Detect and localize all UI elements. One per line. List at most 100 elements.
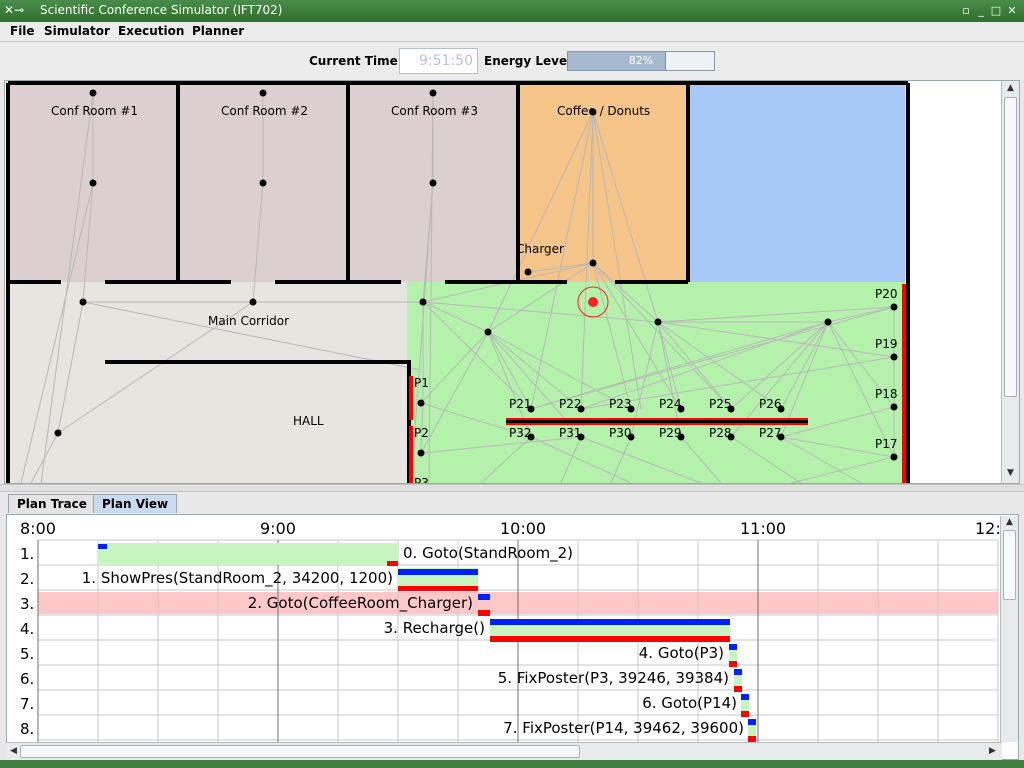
action-label: 3. Recharge() xyxy=(384,619,485,637)
poster-label-p20: P20 xyxy=(875,287,898,301)
row-number: 8. xyxy=(20,720,34,738)
map-vertical-scrollbar[interactable]: ▲ ▼ xyxy=(1001,81,1019,483)
time-axis-label: 11:00 xyxy=(740,519,786,538)
current-time-field: 9:51:50 xyxy=(399,48,478,74)
energy-level-text: 82% xyxy=(628,54,654,67)
row-number: 1. xyxy=(20,545,34,563)
coffee-room-label: Coffee / Donuts xyxy=(557,104,650,118)
menu-simulator[interactable]: Simulator xyxy=(44,24,110,38)
poster-label-p3: P3 xyxy=(414,476,429,483)
poster-label-p28: P28 xyxy=(709,426,732,440)
time-axis-label: 10:00 xyxy=(500,519,546,538)
action-label: 0. Goto(StandRoom_2) xyxy=(403,544,573,563)
row-number: 3. xyxy=(20,595,34,613)
conf-room-1-label: Conf Room #1 xyxy=(51,104,138,118)
tab-plan-trace[interactable]: Plan Trace xyxy=(8,494,96,513)
plan-hscroll-thumb[interactable] xyxy=(20,745,580,758)
current-time-label: Current Time: xyxy=(309,54,403,68)
minimize-icon[interactable]: _ xyxy=(973,3,989,19)
time-axis-label: 12: xyxy=(975,519,1001,538)
scroll-down-icon[interactable]: ▼ xyxy=(1004,467,1017,480)
plan-view-panel[interactable]: 8:00 9:00 10:00 11:00 12: 1. 2. 3. 4. 5. 6. 7. 8. 0. … xyxy=(6,514,1019,760)
menu-file[interactable]: File xyxy=(10,24,35,38)
actual-bar xyxy=(387,561,398,566)
title-bar: ✕⊸ Scientific Conference Simulator (IFT7… xyxy=(0,0,1024,22)
main-corridor-label: Main Corridor xyxy=(208,314,289,328)
conf-room-2-label: Conf Room #2 xyxy=(221,104,308,118)
planned-bar xyxy=(398,569,478,575)
menu-execution[interactable]: Execution xyxy=(118,24,184,38)
action-label: 1. ShowPres(StandRoom_2, 34200, 1200) xyxy=(82,569,393,588)
scroll-left-icon[interactable]: ◀ xyxy=(7,745,20,758)
map-margin xyxy=(908,81,1001,483)
poster-wall-left xyxy=(409,376,413,420)
tab-plan-view[interactable]: Plan View xyxy=(93,494,178,513)
planned-bar xyxy=(734,669,742,675)
window-title: Scientific Conference Simulator (IFT702) xyxy=(40,3,283,17)
map-canvas[interactable]: Conf Room #1 Conf Room #2 Conf Room #3 C… xyxy=(5,81,1001,483)
energy-level-label: Energy Level xyxy=(484,54,572,68)
scroll-right-icon[interactable]: ▶ xyxy=(986,745,999,758)
scroll-up-icon[interactable]: ▲ xyxy=(1004,82,1017,95)
poster-label-p17: P17 xyxy=(875,437,898,451)
actual-bar xyxy=(478,610,490,616)
poster-wall-right xyxy=(902,284,906,483)
charger-label: Charger xyxy=(516,242,564,256)
energy-level-bar: 82% xyxy=(567,51,715,71)
map-view[interactable]: Conf Room #1 Conf Room #2 Conf Room #3 C… xyxy=(4,80,1020,484)
plan-vertical-scrollbar[interactable]: ▲ xyxy=(1000,516,1018,742)
poster-label-p22: P22 xyxy=(559,397,582,411)
conf-room-3-label: Conf Room #3 xyxy=(391,104,478,118)
planned-bar xyxy=(729,644,737,650)
robot-marker[interactable] xyxy=(588,297,598,307)
action-span xyxy=(98,543,398,565)
poster-label-p2: P2 xyxy=(414,426,429,440)
status-toolbar: Current Time: Energy Level xyxy=(0,43,1024,80)
menu-bar: File Simulator Execution Planner xyxy=(0,22,1024,42)
actual-bar xyxy=(729,661,737,667)
action-label: 2. Goto(CoffeeRoom_Charger) xyxy=(248,594,473,613)
poster-label-p1: P1 xyxy=(414,376,429,390)
shade-icon[interactable]: ▫ xyxy=(958,3,974,19)
hall-label: HALL xyxy=(293,414,324,428)
action-label: 5. FixPoster(P3, 39246, 39384) xyxy=(498,669,729,687)
poster-label-p30: P30 xyxy=(609,426,632,440)
actual-bar xyxy=(398,586,478,591)
poster-label-p29: P29 xyxy=(659,426,682,440)
plan-horizontal-scrollbar[interactable]: ◀ ▶ xyxy=(6,742,1002,760)
close-icon[interactable]: ✕ xyxy=(1004,3,1020,19)
planned-bar xyxy=(478,594,490,600)
planned-bar xyxy=(748,719,756,725)
poster-label-p24: P24 xyxy=(659,397,682,411)
water-area xyxy=(689,84,905,282)
time-axis-label: 9:00 xyxy=(260,519,296,538)
poster-board-black xyxy=(506,420,808,423)
app-icon: ✕⊸ xyxy=(4,3,25,17)
split-pane-divider[interactable] xyxy=(0,484,1024,492)
map-scroll-thumb[interactable] xyxy=(1004,97,1017,397)
action-label: 7. FixPoster(P14, 39462, 39600) xyxy=(503,719,744,737)
poster-label-p31: P31 xyxy=(559,426,582,440)
poster-label-p32: P32 xyxy=(509,426,532,440)
plan-gantt-canvas[interactable]: 8:00 9:00 10:00 11:00 12: 1. 2. 3. 4. 5. 6. 7. 8. 0. … xyxy=(7,515,1018,759)
actual-bar xyxy=(741,711,749,717)
poster-label-p23: P23 xyxy=(609,397,632,411)
actual-bar xyxy=(734,686,742,692)
poster-wall-left-2 xyxy=(409,426,413,483)
planned-bar xyxy=(741,694,749,700)
plan-scroll-up-icon[interactable]: ▲ xyxy=(1003,516,1016,529)
plan-vscroll-thumb[interactable] xyxy=(1003,530,1016,600)
menu-planner[interactable]: Planner xyxy=(192,24,244,38)
row-number: 7. xyxy=(20,695,34,713)
window-bottom-border xyxy=(0,760,1024,768)
maximize-icon[interactable]: □ xyxy=(988,3,1004,19)
poster-label-p27: P27 xyxy=(759,426,782,440)
time-axis-label: 8:00 xyxy=(20,519,56,538)
poster-label-p18: P18 xyxy=(875,387,898,401)
row-number: 6. xyxy=(20,670,34,688)
action-label: 6. Goto(P14) xyxy=(642,694,737,712)
poster-label-p26: P26 xyxy=(759,397,782,411)
tab-bar: Plan Trace Plan View xyxy=(0,492,1024,514)
row-number: 5. xyxy=(20,645,34,663)
row-number: 4. xyxy=(20,620,34,638)
